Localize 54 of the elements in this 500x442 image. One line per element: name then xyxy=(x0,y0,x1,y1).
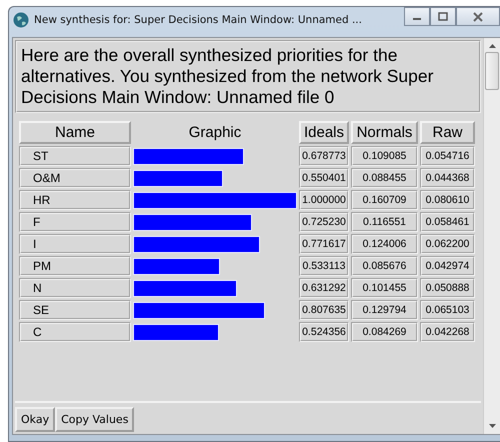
scroll-up-icon xyxy=(488,44,496,48)
column-header: Normals xyxy=(351,121,418,144)
globe-icon xyxy=(13,12,29,28)
table-cell: 0.044368 xyxy=(420,168,475,188)
scroll-thumb[interactable] xyxy=(485,52,499,90)
table-cell: 0.109085 xyxy=(351,146,418,166)
table-cell: 0.050888 xyxy=(420,278,475,298)
table-cell: 0.084269 xyxy=(351,322,418,342)
scroll-down-icon xyxy=(488,424,496,428)
table-cell: N xyxy=(19,278,131,298)
table-cell: 0.062200 xyxy=(420,234,475,254)
table-cell: 0.678773 xyxy=(299,146,349,166)
table-cell: 0.771617 xyxy=(299,234,349,254)
message-text: Here are the overall synthesized priorities for the alternatives. You synthesized from the network Super Decisions Main Window: Unnamed file 0 xyxy=(15,40,481,113)
window-title: New synthesis for: Super Decisions Main Window: Unnamed ... xyxy=(34,14,363,26)
table-cell: 0.160709 xyxy=(351,190,418,210)
table-cell: I xyxy=(19,234,131,254)
column-header: Raw xyxy=(420,121,475,144)
table-cell: 0.054716 xyxy=(420,146,475,166)
table-cell: C xyxy=(19,322,131,342)
table-cell: 0.129794 xyxy=(351,300,418,320)
table-cell: 0.124006 xyxy=(351,234,418,254)
table-cell: SE xyxy=(19,300,131,320)
table-cell: 0.533113 xyxy=(299,256,349,276)
table-cell: 0.080610 xyxy=(420,190,475,210)
column-header: Name xyxy=(19,121,131,144)
action-button[interactable]: Copy Values xyxy=(55,407,134,432)
table-cell: 0.088455 xyxy=(351,168,418,188)
table-cell: ST xyxy=(19,146,131,166)
table-cell: 0.725230 xyxy=(299,212,349,232)
table-cell: 1.000000 xyxy=(299,190,349,210)
minimize-button[interactable] xyxy=(404,7,430,26)
table-cell: 0.631292 xyxy=(299,278,349,298)
table-cell: PM xyxy=(19,256,131,276)
table-cell: HR xyxy=(19,190,131,210)
table-cell: 0.524356 xyxy=(299,322,349,342)
maximize-button[interactable] xyxy=(430,7,456,26)
table-cell: 0.042268 xyxy=(420,322,475,342)
table-cell: 0.042974 xyxy=(420,256,475,276)
close-button[interactable] xyxy=(456,7,500,26)
table-cell: 0.807635 xyxy=(299,300,349,320)
table-cell: 0.116551 xyxy=(351,212,418,232)
column-header: Ideals xyxy=(299,121,349,144)
table-cell: 0.550401 xyxy=(299,168,349,188)
maximize-icon xyxy=(438,12,448,21)
table-cell: F xyxy=(19,212,131,232)
close-icon xyxy=(472,12,484,22)
action-button[interactable]: Okay xyxy=(15,407,56,432)
table-cell: 0.058461 xyxy=(420,212,475,232)
table-cell: 0.085676 xyxy=(351,256,418,276)
scrollbar[interactable] xyxy=(483,38,500,434)
table-cell: O&M xyxy=(19,168,131,188)
table-cell: 0.065103 xyxy=(420,300,475,320)
table-cell: 0.101455 xyxy=(351,278,418,298)
